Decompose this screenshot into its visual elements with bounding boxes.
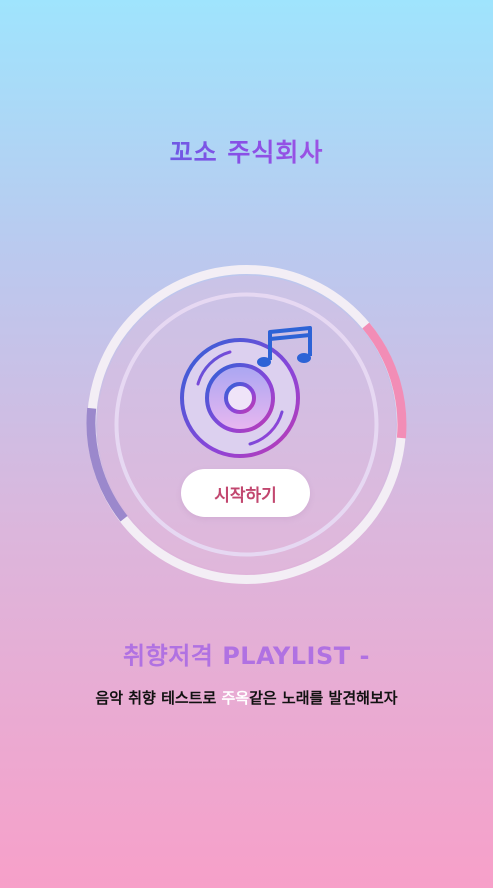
description-text: 음악 취향 테스트로 주옥같은 노래를 발견해보자 <box>0 687 493 708</box>
start-button[interactable]: 시작하기 <box>181 469 310 517</box>
description-part-2: 같은 노래를 발견해보자 <box>249 689 398 707</box>
playlist-subtitle: 취향저격 PLAYLIST - <box>123 642 370 670</box>
company-title: 꼬소 주식회사 <box>0 133 493 169</box>
description-part-1: 음악 취향 테스트로 <box>95 689 222 707</box>
description-highlight: 주옥 <box>221 689 250 707</box>
music-disc-icon <box>178 326 316 464</box>
